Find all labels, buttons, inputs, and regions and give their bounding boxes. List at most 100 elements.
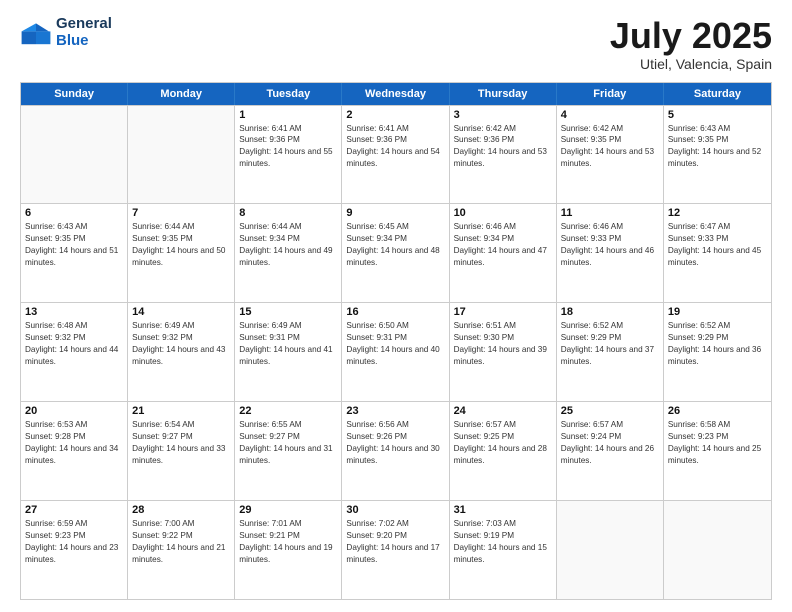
day-number: 12 — [668, 207, 767, 219]
cal-cell: 13Sunrise: 6:48 AMSunset: 9:32 PMDayligh… — [21, 303, 128, 401]
daylight-text: Daylight: 14 hours and 48 minutes. — [346, 245, 444, 269]
sunset-text: Sunset: 9:31 PM — [346, 332, 444, 344]
cal-cell: 25Sunrise: 6:57 AMSunset: 9:24 PMDayligh… — [557, 402, 664, 500]
daylight-text: Daylight: 14 hours and 53 minutes. — [454, 146, 552, 170]
daylight-text: Daylight: 14 hours and 47 minutes. — [454, 245, 552, 269]
cal-cell: 12Sunrise: 6:47 AMSunset: 9:33 PMDayligh… — [664, 204, 771, 302]
sunset-text: Sunset: 9:34 PM — [454, 233, 552, 245]
cal-cell: 8Sunrise: 6:44 AMSunset: 9:34 PMDaylight… — [235, 204, 342, 302]
sunset-text: Sunset: 9:28 PM — [25, 431, 123, 443]
daylight-text: Daylight: 14 hours and 54 minutes. — [346, 146, 444, 170]
sunset-text: Sunset: 9:33 PM — [561, 233, 659, 245]
header: General Blue July 2025 Utiel, Valencia, … — [20, 16, 772, 72]
daylight-text: Daylight: 14 hours and 40 minutes. — [346, 344, 444, 368]
sunrise-text: Sunrise: 6:46 AM — [561, 221, 659, 233]
cal-cell: 28Sunrise: 7:00 AMSunset: 9:22 PMDayligh… — [128, 501, 235, 599]
day-number: 5 — [668, 109, 767, 121]
sunrise-text: Sunrise: 6:44 AM — [239, 221, 337, 233]
day-number: 30 — [346, 504, 444, 516]
cal-cell: 1Sunrise: 6:41 AMSunset: 9:36 PMDaylight… — [235, 106, 342, 204]
sunset-text: Sunset: 9:24 PM — [561, 431, 659, 443]
location: Utiel, Valencia, Spain — [610, 56, 772, 72]
day-number: 24 — [454, 405, 552, 417]
sunset-text: Sunset: 9:31 PM — [239, 332, 337, 344]
day-number: 10 — [454, 207, 552, 219]
day-number: 13 — [25, 306, 123, 318]
sunrise-text: Sunrise: 6:42 AM — [561, 123, 659, 135]
daylight-text: Daylight: 14 hours and 41 minutes. — [239, 344, 337, 368]
month-title: July 2025 — [610, 16, 772, 56]
cal-cell — [21, 106, 128, 204]
sunset-text: Sunset: 9:35 PM — [561, 134, 659, 146]
sunrise-text: Sunrise: 6:59 AM — [25, 518, 123, 530]
sunrise-text: Sunrise: 6:42 AM — [454, 123, 552, 135]
daylight-text: Daylight: 14 hours and 46 minutes. — [561, 245, 659, 269]
daylight-text: Daylight: 14 hours and 45 minutes. — [668, 245, 767, 269]
sunset-text: Sunset: 9:22 PM — [132, 530, 230, 542]
daylight-text: Daylight: 14 hours and 33 minutes. — [132, 443, 230, 467]
sunrise-text: Sunrise: 6:58 AM — [668, 419, 767, 431]
sunset-text: Sunset: 9:21 PM — [239, 530, 337, 542]
sunset-text: Sunset: 9:36 PM — [239, 134, 337, 146]
sunrise-text: Sunrise: 6:57 AM — [454, 419, 552, 431]
day-number: 29 — [239, 504, 337, 516]
cal-cell: 27Sunrise: 6:59 AMSunset: 9:23 PMDayligh… — [21, 501, 128, 599]
cal-cell: 22Sunrise: 6:55 AMSunset: 9:27 PMDayligh… — [235, 402, 342, 500]
daylight-text: Daylight: 14 hours and 31 minutes. — [239, 443, 337, 467]
sunrise-text: Sunrise: 7:02 AM — [346, 518, 444, 530]
cal-week-0: 1Sunrise: 6:41 AMSunset: 9:36 PMDaylight… — [21, 105, 771, 204]
sunrise-text: Sunrise: 6:56 AM — [346, 419, 444, 431]
day-number: 14 — [132, 306, 230, 318]
daylight-text: Daylight: 14 hours and 50 minutes. — [132, 245, 230, 269]
daylight-text: Daylight: 14 hours and 51 minutes. — [25, 245, 123, 269]
daylight-text: Daylight: 14 hours and 15 minutes. — [454, 542, 552, 566]
day-number: 22 — [239, 405, 337, 417]
cal-cell: 2Sunrise: 6:41 AMSunset: 9:36 PMDaylight… — [342, 106, 449, 204]
logo: General Blue — [20, 16, 112, 49]
cal-week-3: 20 Sunrise: 6:53 AMSunset: 9:28 PM Dayligh… — [21, 401, 771, 500]
day-number: 18 — [561, 306, 659, 318]
day-number: 23 — [346, 405, 444, 417]
sunset-text: Sunset: 9:36 PM — [346, 134, 444, 146]
day-number: 2 — [346, 109, 444, 121]
cal-cell: 24Sunrise: 6:57 AMSunset: 9:25 PMDayligh… — [450, 402, 557, 500]
weekday-header-thursday: Thursday — [450, 83, 557, 105]
cal-cell: 26Sunrise: 6:58 AMSunset: 9:23 PMDayligh… — [664, 402, 771, 500]
day-number: 1 — [239, 109, 337, 121]
weekday-header-saturday: Saturday — [664, 83, 771, 105]
cal-week-2: 13Sunrise: 6:48 AMSunset: 9:32 PMDayligh… — [21, 302, 771, 401]
cal-cell: 17Sunrise: 6:51 AMSunset: 9:30 PMDayligh… — [450, 303, 557, 401]
day-number: 11 — [561, 207, 659, 219]
cal-cell: 29Sunrise: 7:01 AMSunset: 9:21 PMDayligh… — [235, 501, 342, 599]
calendar-body: 1Sunrise: 6:41 AMSunset: 9:36 PMDaylight… — [21, 105, 771, 599]
cal-cell: 16Sunrise: 6:50 AMSunset: 9:31 PMDayligh… — [342, 303, 449, 401]
cal-cell: 18Sunrise: 6:52 AMSunset: 9:29 PMDayligh… — [557, 303, 664, 401]
calendar: SundayMondayTuesdayWednesdayThursdayFrid… — [20, 82, 772, 600]
cal-cell: 14Sunrise: 6:49 AMSunset: 9:32 PMDayligh… — [128, 303, 235, 401]
cal-cell — [557, 501, 664, 599]
daylight-text: Daylight: 14 hours and 36 minutes. — [668, 344, 767, 368]
daylight-text: Daylight: 14 hours and 49 minutes. — [239, 245, 337, 269]
sunrise-text: Sunrise: 6:45 AM — [346, 221, 444, 233]
sunrise-text: Sunrise: 6:49 AM — [239, 320, 337, 332]
title-block: July 2025 Utiel, Valencia, Spain — [610, 16, 772, 72]
sunrise-text: Sunrise: 6:41 AM — [239, 123, 337, 135]
cal-cell — [664, 501, 771, 599]
logo-icon — [20, 19, 52, 47]
sunrise-text: Sunrise: 6:47 AM — [668, 221, 767, 233]
sunset-text: Sunset: 9:35 PM — [668, 134, 767, 146]
day-number: 20 — [25, 405, 123, 417]
sunrise-text: Sunrise: 6:53 AM — [25, 419, 123, 431]
sunset-text: Sunset: 9:35 PM — [132, 233, 230, 245]
day-number: 19 — [668, 306, 767, 318]
sunset-text: Sunset: 9:36 PM — [454, 134, 552, 146]
sunset-text: Sunset: 9:23 PM — [25, 530, 123, 542]
day-number: 25 — [561, 405, 659, 417]
sunrise-text: Sunrise: 7:00 AM — [132, 518, 230, 530]
sunrise-text: Sunrise: 6:52 AM — [668, 320, 767, 332]
day-number: 21 — [132, 405, 230, 417]
day-number: 28 — [132, 504, 230, 516]
cal-week-4: 27Sunrise: 6:59 AMSunset: 9:23 PMDayligh… — [21, 500, 771, 599]
sunrise-text: Sunrise: 6:54 AM — [132, 419, 230, 431]
cal-cell: 23Sunrise: 6:56 AMSunset: 9:26 PMDayligh… — [342, 402, 449, 500]
